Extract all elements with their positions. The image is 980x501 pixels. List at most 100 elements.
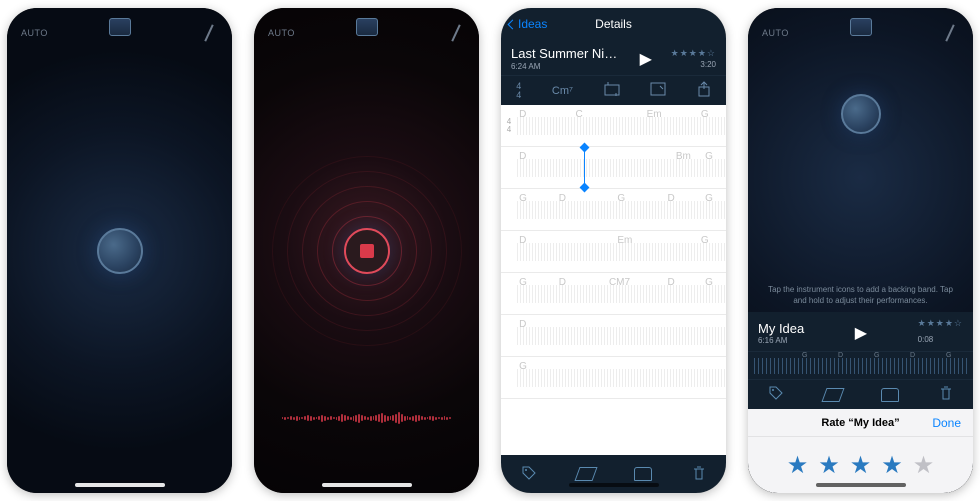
song-title[interactable]: Last Summer Night [511, 46, 621, 61]
song-header: Last Summer Night 6:24 AM ▶ ★★★★☆ 3:20 [501, 40, 726, 75]
info-toolbar: 4 4 Cm⁷ [501, 75, 726, 105]
library-button[interactable] [109, 18, 131, 36]
drums-button[interactable] [634, 467, 652, 481]
drums-button[interactable] [881, 388, 899, 402]
chord-label: CM7 [609, 277, 630, 288]
bottom-toolbar [501, 455, 726, 493]
tuning-fork-icon [200, 24, 218, 42]
key-chord[interactable]: Cm⁷ [552, 85, 573, 97]
folder-icon [850, 18, 872, 36]
auto-mode-label[interactable]: AUTO [268, 28, 295, 38]
live-waveform [282, 403, 452, 433]
star-1[interactable]: ★ [787, 451, 809, 480]
top-bar: AUTO [7, 8, 232, 50]
stop-record-button[interactable] [344, 228, 390, 274]
rate-header: Rate “My Idea” Done [748, 409, 973, 437]
tuning-fork-icon [447, 24, 465, 42]
chord-label: C [576, 109, 583, 120]
chord-label: D [519, 151, 526, 162]
tag-button[interactable] [521, 465, 537, 484]
drums-icon [634, 467, 652, 481]
chord-label: D [838, 352, 843, 359]
trash-icon [939, 385, 953, 401]
time-signature[interactable]: 4 4 [516, 82, 521, 100]
home-indicator[interactable] [569, 483, 659, 487]
record-button[interactable] [841, 94, 881, 134]
trim-button[interactable] [604, 82, 620, 99]
playhead[interactable] [584, 147, 585, 188]
screenshot-record-idle: AUTO [7, 8, 232, 493]
song-duration: 3:20 [700, 60, 716, 69]
home-indicator[interactable] [816, 483, 906, 487]
chord-label: G [946, 352, 951, 359]
rating-display[interactable]: ★★★★☆ [918, 318, 963, 329]
star-5[interactable]: ★ [913, 451, 935, 480]
chord-row[interactable]: G [501, 357, 726, 399]
back-button[interactable]: Ideas [509, 17, 547, 31]
hint-text: Tap the instrument icons to add a backin… [748, 285, 973, 312]
trash-button[interactable] [939, 385, 953, 404]
record-button[interactable] [97, 228, 143, 274]
star-2[interactable]: ★ [818, 451, 840, 480]
share-button[interactable] [697, 81, 711, 100]
rate-title: Rate “My Idea” [821, 417, 899, 429]
chord-row[interactable]: DEmG [501, 231, 726, 273]
home-indicator[interactable] [322, 483, 412, 487]
rating-display[interactable]: ★★★★☆ [671, 48, 716, 59]
idea-duration: 0:08 [918, 335, 934, 344]
chord-label: D [667, 193, 674, 204]
trim-icon [604, 82, 620, 96]
tag-button[interactable] [768, 385, 784, 404]
tuner-button[interactable] [200, 24, 218, 42]
stop-icon [360, 244, 374, 258]
chord-label: G [802, 352, 807, 359]
folder-icon [356, 18, 378, 36]
chord-row[interactable]: DBmG [501, 147, 726, 189]
chord-label: G [519, 277, 527, 288]
song-timestamp: 6:24 AM [511, 62, 621, 71]
auto-mode-label[interactable]: AUTO [762, 28, 789, 38]
top-bar: AUTO [748, 8, 973, 50]
screenshot-details: Ideas Details Last Summer Night 6:24 AM … [501, 8, 726, 493]
drums-icon [881, 388, 899, 402]
record-area: AUTO Tap the instrument icons to add a b… [748, 8, 973, 312]
library-button[interactable] [356, 18, 378, 36]
idea-timestamp: 6:16 AM [758, 336, 804, 345]
instrument-toolbar [748, 379, 973, 409]
guitar-icon [577, 467, 595, 481]
chord-label: Em [617, 235, 632, 246]
guitar-button[interactable] [577, 467, 595, 481]
library-button[interactable] [850, 18, 872, 36]
chord-label: G [701, 109, 709, 120]
done-button[interactable]: Done [932, 416, 961, 430]
home-indicator[interactable] [75, 483, 165, 487]
guitar-button[interactable] [824, 388, 842, 402]
waveform-bars [754, 358, 967, 374]
chord-label: D [519, 109, 526, 120]
play-button[interactable]: ▶ [855, 323, 867, 343]
chord-track[interactable]: 44DCEmGDBmGGDGDGDEmGGDCM7DGDG [501, 105, 726, 455]
chord-row[interactable]: GDGDG [501, 189, 726, 231]
tuning-fork-icon [941, 24, 959, 42]
idea-title[interactable]: My Idea [758, 321, 804, 336]
tuner-button[interactable] [447, 24, 465, 42]
chord-label: D [559, 193, 566, 204]
play-button[interactable]: ▶ [640, 49, 652, 69]
chord-row[interactable]: 44DCEmG [501, 105, 726, 147]
star-4[interactable]: ★ [881, 451, 903, 480]
chord-label: G [519, 193, 527, 204]
nav-title: Details [595, 17, 632, 31]
mini-waveform[interactable]: GDGDG [748, 351, 973, 379]
chord-label: D [667, 277, 674, 288]
screenshot-recording: AUTO [254, 8, 479, 493]
auto-mode-label[interactable]: AUTO [21, 28, 48, 38]
rate-panel: Rate “My Idea” Done ★ ★ ★ ★ ★ [748, 409, 973, 493]
tuner-button[interactable] [941, 24, 959, 42]
trash-icon [692, 465, 706, 481]
chord-row[interactable]: D [501, 315, 726, 357]
star-3[interactable]: ★ [850, 451, 872, 480]
trash-button[interactable] [692, 465, 706, 484]
tag-icon [768, 385, 784, 401]
edit-button[interactable] [650, 82, 666, 99]
chord-row[interactable]: GDCM7DG [501, 273, 726, 315]
